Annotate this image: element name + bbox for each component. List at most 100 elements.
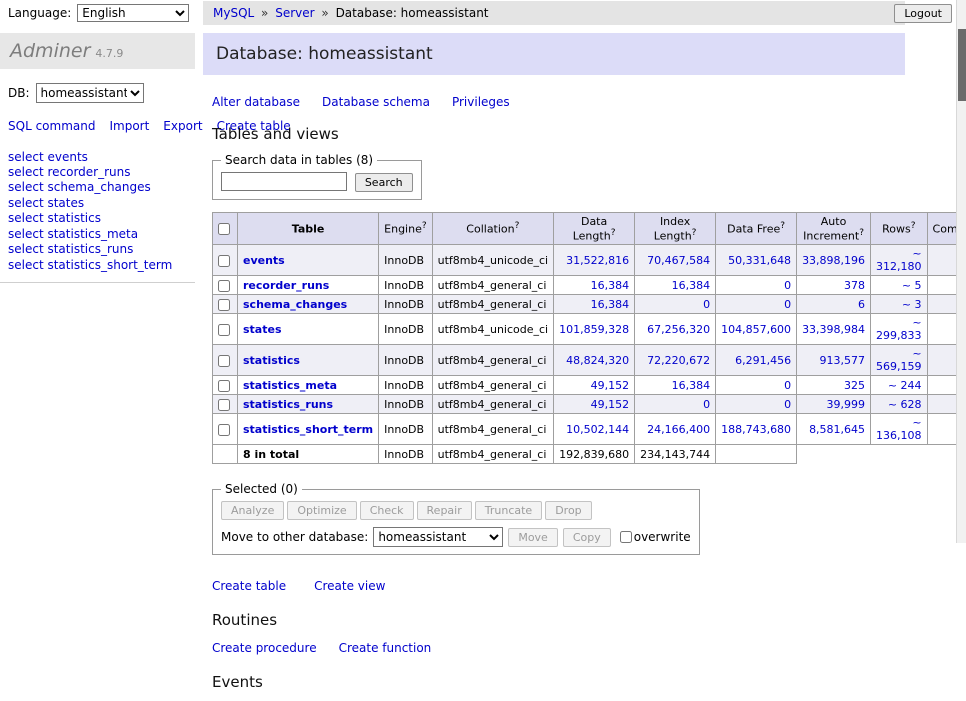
copy-button[interactable]: Copy [563, 528, 611, 547]
move-button[interactable]: Move [508, 528, 558, 547]
index-length-link[interactable]: 0 [703, 398, 710, 411]
index-length-link[interactable]: 67,256,320 [647, 323, 710, 336]
auto-increment-link[interactable]: 33,398,984 [802, 323, 865, 336]
rows-count-link[interactable]: ~ 244 [888, 379, 922, 392]
sidebar-table-link[interactable]: select states [8, 196, 195, 211]
data-free-link[interactable]: 0 [784, 298, 791, 311]
index-length-link[interactable]: 0 [703, 298, 710, 311]
selected-action-button[interactable]: Analyze [221, 501, 284, 520]
row-checkbox[interactable] [218, 324, 230, 336]
index-length-link[interactable]: 16,384 [672, 379, 711, 392]
language-select[interactable]: English [77, 4, 189, 22]
auto-increment-link[interactable]: 325 [844, 379, 865, 392]
sidebar-table-link[interactable]: select statistics_meta [8, 227, 195, 242]
row-checkbox[interactable] [218, 280, 230, 292]
selected-action-button[interactable]: Optimize [287, 501, 356, 520]
sidebar-action-link[interactable]: Import [109, 119, 149, 133]
data-free-link[interactable]: 0 [784, 279, 791, 292]
data-length-link[interactable]: 101,859,328 [559, 323, 629, 336]
auto-increment-link[interactable]: 913,577 [820, 354, 866, 367]
table-name-link[interactable]: schema_changes [243, 298, 347, 311]
scrollbar-thumb[interactable] [958, 29, 966, 101]
auto-increment-link[interactable]: 6 [858, 298, 865, 311]
table-name-link[interactable]: statistics_short_term [243, 423, 373, 436]
column-header: Data Length? [554, 212, 635, 245]
sidebar-table-link[interactable]: select statistics [8, 211, 195, 226]
data-free-link[interactable]: 0 [784, 398, 791, 411]
auto-increment-link[interactable]: 378 [844, 279, 865, 292]
overwrite-checkbox[interactable] [620, 531, 632, 543]
vertical-scrollbar[interactable] [956, 0, 966, 543]
table-name-link[interactable]: statistics_meta [243, 379, 337, 392]
rows-count-link[interactable]: ~ 5 [902, 279, 922, 292]
select-all-checkbox[interactable] [218, 223, 230, 235]
breadcrumb-mysql-link[interactable]: MySQL [213, 6, 254, 20]
routine-links: Create procedure Create function [212, 641, 905, 655]
sidebar-table-link[interactable]: select events [8, 150, 195, 165]
collation-cell: utf8mb4_general_ci [432, 395, 553, 414]
sidebar-table-link[interactable]: select statistics_short_term [8, 258, 195, 273]
data-length-link[interactable]: 49,152 [591, 398, 630, 411]
rows-count-link[interactable]: ~ 299,833 [876, 316, 922, 342]
data-free-link[interactable]: 50,331,648 [728, 254, 791, 267]
index-length-link[interactable]: 16,384 [672, 279, 711, 292]
index-length-link[interactable]: 70,467,584 [647, 254, 710, 267]
total-label: 8 in total [238, 445, 379, 464]
index-length-link[interactable]: 72,220,672 [647, 354, 710, 367]
data-length-link[interactable]: 16,384 [591, 298, 630, 311]
database-action-link[interactable]: Privileges [452, 95, 510, 109]
sidebar-action-link[interactable]: Export [163, 119, 202, 133]
selected-action-button[interactable]: Check [360, 501, 414, 520]
routine-create-link[interactable]: Create function [339, 641, 432, 655]
create-link[interactable]: Create table [212, 579, 286, 593]
create-link[interactable]: Create view [314, 579, 385, 593]
rows-count-link[interactable]: ~ 628 [888, 398, 922, 411]
table-name-link[interactable]: states [243, 323, 282, 336]
sidebar-table-link[interactable]: select statistics_runs [8, 242, 195, 257]
move-database-select[interactable]: homeassistant [373, 527, 503, 547]
rows-count-link[interactable]: ~ 312,180 [876, 247, 922, 273]
row-checkbox[interactable] [218, 424, 230, 436]
sidebar-table-link[interactable]: select schema_changes [8, 180, 195, 195]
auto-increment-link[interactable]: 33,898,196 [802, 254, 865, 267]
table-name-link[interactable]: recorder_runs [243, 279, 329, 292]
data-free-link[interactable]: 188,743,680 [721, 423, 791, 436]
selected-action-button[interactable]: Truncate [475, 501, 542, 520]
table-row: events InnoDB utf8mb4_unicode_ci 31,522,… [213, 245, 966, 276]
table-name-link[interactable]: statistics_runs [243, 398, 333, 411]
database-action-link[interactable]: Database schema [322, 95, 430, 109]
row-checkbox[interactable] [218, 299, 230, 311]
selected-action-button[interactable]: Repair [417, 501, 472, 520]
rows-count-link[interactable]: ~ 3 [902, 298, 922, 311]
rows-count-link[interactable]: ~ 136,108 [876, 416, 922, 442]
auto-increment-link[interactable]: 39,999 [827, 398, 866, 411]
sidebar-action-link[interactable]: SQL command [8, 119, 95, 133]
table-row: schema_changes InnoDB utf8mb4_general_ci… [213, 295, 966, 314]
routine-create-link[interactable]: Create procedure [212, 641, 317, 655]
data-free-link[interactable]: 104,857,600 [721, 323, 791, 336]
logout-button[interactable]: Logout [894, 4, 952, 23]
database-action-link[interactable]: Alter database [212, 95, 300, 109]
row-checkbox[interactable] [218, 399, 230, 411]
data-free-link[interactable]: 0 [784, 379, 791, 392]
search-button[interactable]: Search [355, 173, 413, 192]
data-length-link[interactable]: 49,152 [591, 379, 630, 392]
data-length-link[interactable]: 48,824,320 [566, 354, 629, 367]
row-checkbox[interactable] [218, 255, 230, 267]
search-input[interactable] [221, 172, 347, 191]
table-name-link[interactable]: statistics [243, 354, 300, 367]
table-name-link[interactable]: events [243, 254, 285, 267]
data-length-link[interactable]: 31,522,816 [566, 254, 629, 267]
auto-increment-link[interactable]: 8,581,645 [809, 423, 865, 436]
row-checkbox[interactable] [218, 355, 230, 367]
selected-action-button[interactable]: Drop [545, 501, 591, 520]
index-length-link[interactable]: 24,166,400 [647, 423, 710, 436]
row-checkbox[interactable] [218, 380, 230, 392]
db-select[interactable]: homeassistant [36, 83, 144, 103]
breadcrumb-server-link[interactable]: Server [275, 6, 314, 20]
data-free-link[interactable]: 6,291,456 [735, 354, 791, 367]
rows-count-link[interactable]: ~ 569,159 [876, 347, 922, 373]
data-length-link[interactable]: 16,384 [591, 279, 630, 292]
data-length-link[interactable]: 10,502,144 [566, 423, 629, 436]
sidebar-table-link[interactable]: select recorder_runs [8, 165, 195, 180]
